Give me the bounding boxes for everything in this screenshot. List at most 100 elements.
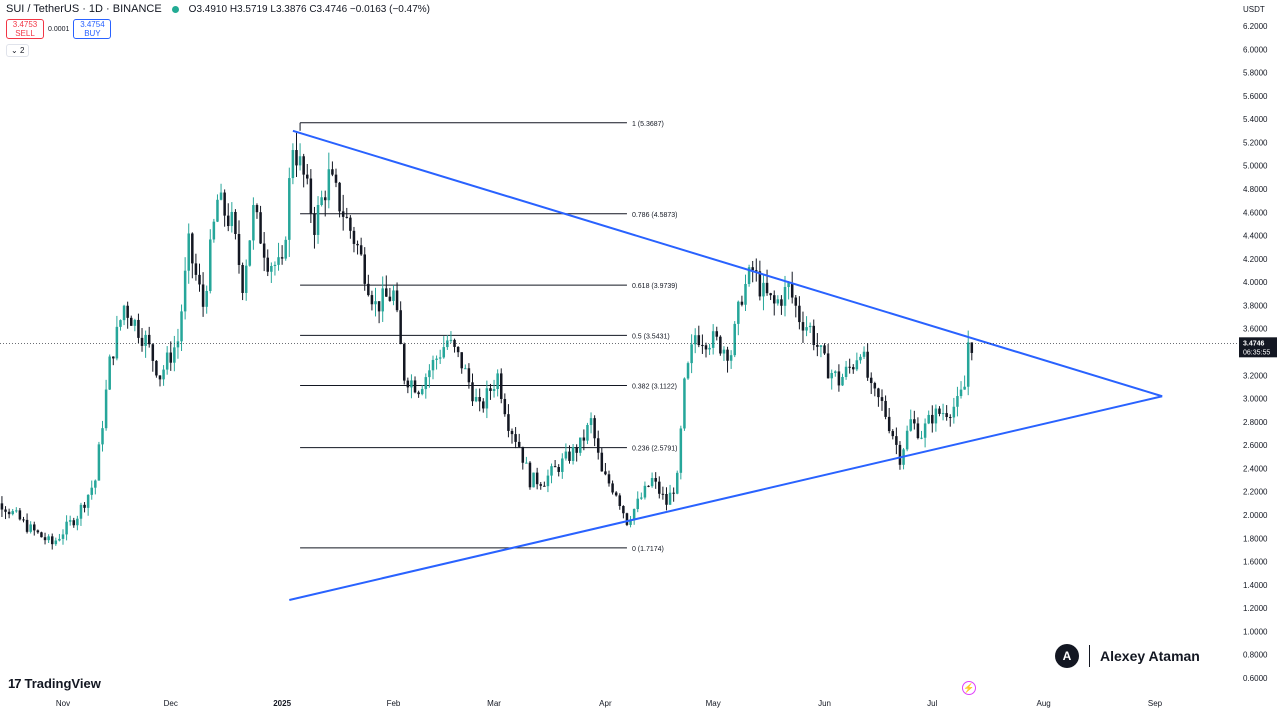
candle-body (905, 430, 909, 450)
candle-body (528, 462, 532, 488)
candle-body (464, 368, 467, 370)
candle-body (812, 325, 816, 345)
candle-body (503, 398, 507, 415)
price-tick-label: 2.8000 (1243, 418, 1268, 427)
candle-body (830, 373, 833, 379)
candle-body (970, 342, 974, 353)
price-axis-unit: USDT (1243, 5, 1265, 14)
candle-body (402, 344, 406, 381)
candle-body (323, 197, 327, 201)
candle-body (370, 295, 374, 305)
candle-body (302, 156, 305, 175)
time-axis[interactable]: Nov Dec 2025 Feb Mar Apr May Jun Jul Aug Sep (56, 699, 1163, 708)
candle-body (787, 283, 790, 288)
candle-body (313, 213, 316, 235)
indicators-toggle[interactable]: ⌄ 2 (6, 44, 30, 57)
candle-body (553, 466, 557, 468)
fibonacci-retracement[interactable]: 1 (5.3687) 0.786 (4.5873) 0.618 (3.9739) 0.… (299, 121, 678, 553)
candle-body (535, 472, 539, 485)
candle-body (122, 305, 126, 321)
candle-body (790, 283, 794, 298)
buy-label: BUY (84, 29, 101, 38)
candle-body (517, 441, 521, 447)
candle-body (543, 485, 546, 487)
symbol-title[interactable]: SUI / TetherUS · 1D · BINANCE (6, 3, 162, 15)
candle-body (144, 334, 147, 346)
candle-body (848, 366, 851, 368)
candle-body (532, 472, 535, 488)
candle-body (772, 295, 776, 304)
trade-panel: 3.4753 SELL 0.0001 3.4754 BUY (6, 19, 112, 39)
candle-body (546, 475, 550, 487)
candle-body (237, 234, 241, 265)
price-tick-label: 0.8000 (1243, 651, 1268, 660)
candle-body (262, 243, 266, 258)
candle-body (173, 347, 176, 363)
candle-body (589, 418, 593, 425)
candle-body (891, 431, 895, 437)
candle-body (715, 331, 719, 337)
buy-button[interactable]: 3.4754 BUY (73, 19, 112, 39)
price-tick-label: 4.4000 (1243, 232, 1268, 241)
author-watermark: A Alexey Ataman (1055, 644, 1200, 668)
candle-body (162, 369, 165, 380)
candle-body (112, 356, 115, 359)
candle-body (607, 474, 611, 484)
candle-body (579, 437, 582, 453)
candle-countdown-label: 06:35:55 (1243, 349, 1270, 356)
candle-body (514, 434, 517, 442)
candle-body (496, 373, 499, 390)
candle-body (198, 274, 201, 285)
candle-body (431, 359, 435, 371)
candle-body (266, 257, 270, 272)
candle-body (79, 504, 83, 519)
candle-body (413, 380, 417, 393)
candle-body (683, 378, 686, 429)
candle-body (363, 254, 366, 284)
lightning-icon[interactable]: ⚡ (962, 681, 976, 695)
tradingview-logo[interactable]: 17 TradingView (8, 676, 101, 691)
candle-body (209, 239, 212, 291)
trendline-lower[interactable] (289, 395, 1163, 601)
candle-body (306, 174, 309, 179)
candle-body (499, 373, 503, 399)
current-price-label: 3.4746 (1243, 340, 1265, 347)
candle-body (963, 386, 966, 390)
candle-body (758, 271, 762, 297)
candle-body (68, 520, 72, 522)
candle-body (593, 418, 596, 439)
candle-body (108, 356, 111, 390)
candle-body (216, 199, 219, 222)
fib-level-label: 0.618 (3.9739) (632, 283, 678, 290)
candle-body (927, 414, 930, 424)
candle-body (22, 519, 25, 521)
candle-body (909, 419, 912, 431)
symbol-header[interactable]: SUI / TetherUS · 1D · BINANCE O3.4910 H3… (6, 3, 430, 15)
candle-body (808, 325, 812, 328)
candle-body (4, 509, 7, 512)
candle-body (33, 524, 36, 531)
price-chart[interactable]: 6.2000 6.0000 5.8000 5.6000 5.4000 5.2000 5.00… (0, 0, 1280, 713)
sell-button[interactable]: 3.4753 SELL (6, 19, 44, 39)
candle-body (244, 265, 248, 293)
time-tick-label: May (706, 699, 721, 708)
candle-body (270, 265, 273, 272)
candle-body (952, 406, 956, 418)
candle-body (959, 389, 963, 397)
candle-body (596, 438, 600, 453)
candle-body (636, 498, 639, 510)
candle-body (521, 446, 525, 463)
candle-body (201, 284, 205, 307)
candle-body (819, 345, 823, 347)
candle-body (557, 467, 560, 472)
candle-body (334, 174, 338, 183)
trendlines[interactable] (289, 129, 1163, 601)
candle-body (855, 360, 859, 370)
candle-body (913, 419, 916, 424)
candle-body (284, 239, 287, 259)
spread-value: 0.0001 (48, 25, 70, 33)
candle-body (895, 436, 898, 445)
candlestick-series (0, 132, 974, 550)
candle-body (320, 197, 323, 205)
candle-body (575, 447, 578, 453)
